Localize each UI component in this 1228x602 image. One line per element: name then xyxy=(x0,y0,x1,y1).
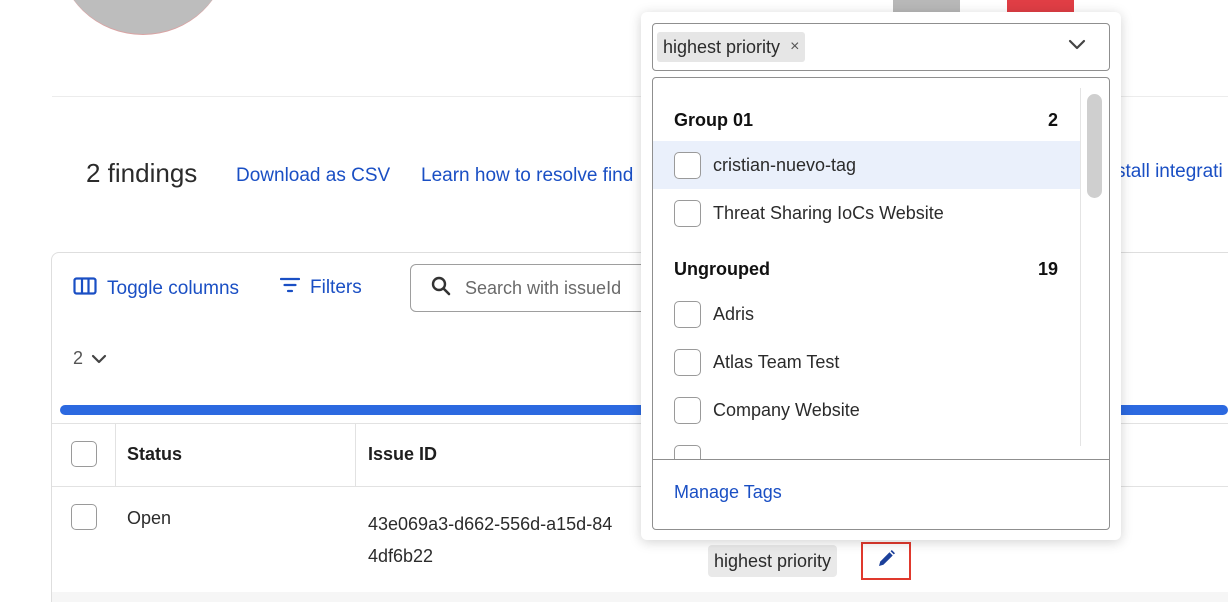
column-header-issue-id[interactable]: Issue ID xyxy=(368,444,437,465)
pencil-icon xyxy=(876,549,896,574)
edit-tags-button[interactable] xyxy=(861,542,911,580)
group-count: 19 xyxy=(1037,259,1058,279)
group-header-group-01: Group 01 xyxy=(674,110,754,130)
row-checkbox[interactable] xyxy=(71,504,97,530)
group-header-ungrouped: Ungrouped xyxy=(674,259,770,279)
issue-id-line: 4df6b22 xyxy=(368,546,434,566)
findings-count: 2 findings xyxy=(86,158,198,188)
tag-option-threat-sharing[interactable]: Threat Sharing IoCs Website xyxy=(653,189,1080,237)
row-status: Open xyxy=(127,508,172,528)
issue-id-line: 43e069a3-d662-556d-a15d-84 xyxy=(368,514,613,534)
group-count: 2 xyxy=(1047,110,1058,130)
select-all-checkbox[interactable] xyxy=(71,441,97,467)
option-checkbox[interactable] xyxy=(674,199,701,227)
option-checkbox[interactable] xyxy=(674,151,701,179)
column-divider xyxy=(115,423,116,486)
install-integration-link[interactable]: stall integrati xyxy=(1116,161,1223,183)
option-label: Atlas Team Test xyxy=(713,351,840,372)
row-tag-chip: highest priority xyxy=(708,545,838,577)
toggle-columns-icon xyxy=(73,276,97,302)
option-checkbox-partial[interactable] xyxy=(674,445,701,459)
toggle-columns-button[interactable]: Toggle columns xyxy=(73,276,239,302)
option-checkbox[interactable] xyxy=(674,445,701,459)
selected-tag-label: highest priority xyxy=(663,36,781,57)
page-size-select[interactable]: 2 xyxy=(73,348,107,369)
manage-tags-link[interactable]: Manage Tags xyxy=(674,482,782,503)
option-checkbox[interactable] xyxy=(674,300,701,328)
toggle-columns-label: Toggle columns xyxy=(107,278,240,299)
tag-option-company-website[interactable]: Company Website xyxy=(653,386,1080,434)
chevron-down-icon[interactable] xyxy=(1068,38,1086,56)
scrollbar-thumb[interactable] xyxy=(1087,94,1102,198)
column-header-status[interactable]: Status xyxy=(127,444,182,465)
next-row-background xyxy=(52,592,1228,602)
option-checkbox[interactable] xyxy=(674,396,701,424)
download-csv-link[interactable]: Download as CSV xyxy=(236,165,390,187)
page-size-value: 2 xyxy=(73,348,84,368)
filter-icon xyxy=(279,276,301,300)
option-label: cristian-nuevo-tag xyxy=(713,154,857,175)
scrollbar-track xyxy=(1080,88,1081,446)
chevron-down-icon xyxy=(91,348,107,369)
filters-button[interactable]: Filters xyxy=(279,276,362,300)
avatar xyxy=(58,0,228,35)
tag-option-adris[interactable]: Adris xyxy=(653,290,1080,338)
close-icon[interactable]: × xyxy=(790,38,799,56)
learn-resolve-link[interactable]: Learn how to resolve find xyxy=(421,165,633,187)
column-divider xyxy=(355,423,356,486)
selected-tag-chip: highest priority × xyxy=(657,32,806,62)
tag-option-atlas-team-test[interactable]: Atlas Team Test xyxy=(653,338,1080,386)
row-issue-id: 43e069a3-d662-556d-a15d-84 4df6b22 xyxy=(368,508,648,572)
option-label: Adris xyxy=(713,303,755,324)
list-footer-divider xyxy=(653,459,1109,460)
filters-label: Filters xyxy=(310,277,362,298)
option-label: Company Website xyxy=(713,399,860,420)
search-icon xyxy=(431,276,451,301)
option-label: Threat Sharing IoCs Website xyxy=(713,202,944,223)
tag-option-cristian-nuevo-tag[interactable]: cristian-nuevo-tag xyxy=(653,141,1080,189)
option-checkbox[interactable] xyxy=(674,348,701,376)
